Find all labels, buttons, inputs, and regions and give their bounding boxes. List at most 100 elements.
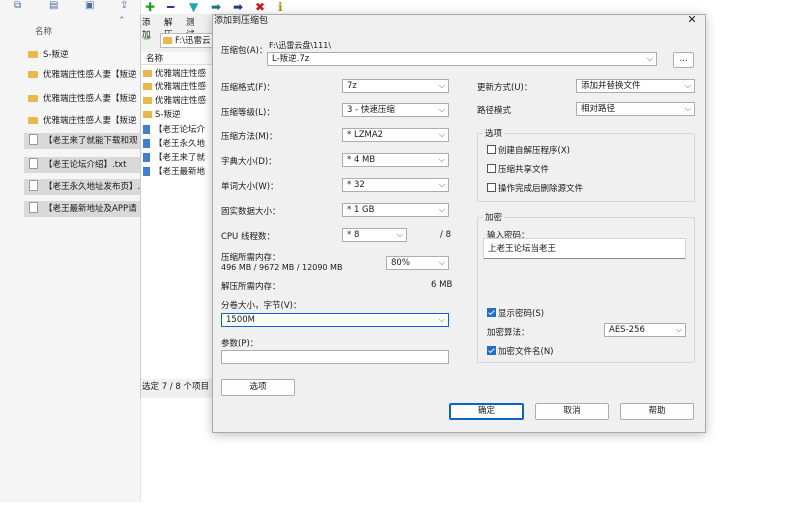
dict-combo[interactable]: * 4 MB ⌵ (342, 153, 449, 167)
explorer-item-label: S-叛逆 (43, 50, 69, 60)
chevron-down-icon: ⌵ (438, 315, 445, 324)
file-icon (143, 167, 150, 176)
show-password-checkbox[interactable] (487, 308, 496, 317)
split-combo[interactable]: 1500M ⌵ (221, 313, 449, 327)
enc-method-label: 加密算法： (487, 328, 530, 338)
table-row-label: 【老王最新地 (154, 167, 206, 177)
table-row[interactable]: 【老王论坛介 (143, 124, 213, 136)
word-label: 单词大小(W)： (221, 182, 279, 192)
explorer-list-item[interactable]: 【老王来了就能下载和观 (24, 133, 140, 149)
copy-icon[interactable]: ⧉ (14, 0, 21, 11)
archive-label: 压缩包(A)： (221, 46, 268, 56)
enc-method-combo[interactable]: AES-256 ⌵ (604, 323, 686, 337)
chevron-down-icon: ⌵ (438, 258, 445, 267)
encrypt-group-title: 加密 (483, 211, 505, 223)
sort-up-icon[interactable]: ⌃ (118, 16, 126, 26)
table-row[interactable]: 优雅端庄性感 (143, 81, 213, 93)
folder-icon (143, 97, 152, 104)
add-icon[interactable]: ✚ (145, 0, 155, 14)
chevron-down-icon: ⌵ (396, 230, 403, 239)
table-row[interactable]: S-叛逆 (143, 109, 213, 121)
explorer-item-label: 【老王来了就能下载和观 (44, 136, 138, 146)
file-list-header[interactable]: 名称 (141, 52, 213, 65)
delete-after-checkbox[interactable] (487, 183, 496, 192)
shared-checkbox[interactable] (487, 164, 496, 173)
solid-combo[interactable]: * 1 GB ⌵ (342, 203, 449, 217)
solid-label: 固实数据大小： (221, 207, 281, 217)
explorer-item-label: 【老王论坛介绍】.txt (44, 160, 127, 170)
copy-arrow-icon[interactable]: ➡ (211, 0, 221, 14)
mem-percent-combo[interactable]: 80% ⌵ (386, 256, 449, 270)
explorer-list-item[interactable]: 【老王最新地址及APP请 (24, 201, 140, 217)
folder-up-icon[interactable]: ⬏ (143, 34, 151, 45)
test-icon[interactable]: ▼ (189, 0, 198, 14)
update-combo[interactable]: 添加并替换文件 ⌵ (576, 79, 695, 93)
explorer-list-item[interactable]: 【老王永久地址发布页】. (24, 179, 140, 195)
format-label: 压缩格式(F)： (221, 83, 276, 93)
table-row-label: 【老王来了就 (154, 153, 206, 163)
extract-icon[interactable]: ━ (167, 0, 174, 14)
table-row-label: 优雅端庄性感 (155, 96, 207, 106)
address-bar[interactable]: F:\迅雷云 (160, 33, 214, 48)
delete-icon[interactable]: ✖ (255, 0, 265, 14)
pathmode-combo[interactable]: 相对路径 ⌵ (576, 102, 695, 116)
word-combo[interactable]: * 32 ⌵ (342, 178, 449, 192)
table-row-label: S-叛逆 (155, 110, 181, 120)
close-icon[interactable]: ✕ (685, 13, 699, 27)
explorer-list-item[interactable]: S-叛逆 (24, 47, 140, 63)
table-row-label: 优雅端庄性感 (155, 82, 207, 92)
rename-icon[interactable]: ▣ (85, 0, 94, 11)
share-icon[interactable]: ⇪ (120, 0, 128, 11)
update-label: 更新方式(U)： (477, 83, 533, 93)
explorer-column-name[interactable]: 名称 (35, 25, 52, 37)
delete-after-label[interactable]: 操作完成后删除源文件 (498, 182, 583, 194)
method-combo[interactable]: * LZMA2 ⌵ (342, 128, 449, 142)
options-button[interactable]: 选项 (221, 379, 295, 396)
table-row[interactable]: 【老王来了就 (143, 152, 213, 164)
password-input[interactable]: 上老王论坛当老王 (483, 238, 686, 259)
encrypt-names-checkbox[interactable] (487, 346, 496, 355)
explorer-list-item[interactable]: 优雅端庄性感人妻【叛逆 (24, 67, 140, 83)
table-row[interactable]: 优雅端庄性感 (143, 95, 213, 107)
format-combo[interactable]: 7z ⌵ (342, 79, 449, 93)
pathmode-label: 路径模式 (477, 106, 512, 116)
file-icon (143, 153, 150, 162)
show-password-label[interactable]: 显示密码(S) (498, 307, 544, 319)
table-row[interactable]: 【老王最新地 (143, 166, 213, 178)
level-label: 压缩等级(L)： (221, 108, 275, 118)
explorer-list-item[interactable]: 【老王论坛介绍】.txt (24, 157, 140, 173)
threads-total: / 8 (440, 230, 451, 240)
text-file-icon (29, 180, 38, 191)
table-row[interactable]: 优雅端庄性感 (143, 68, 213, 80)
explorer-list-item[interactable]: 优雅端庄性感人妻【叛逆 (24, 113, 140, 129)
archive-name-combo[interactable]: L-叛逆.7z ⌵ (267, 52, 657, 66)
encrypt-names-label[interactable]: 加密文件名(N) (498, 345, 554, 357)
explorer-item-label: 优雅端庄性感人妻【叛逆 (43, 116, 137, 126)
folder-icon (28, 95, 38, 102)
chevron-down-icon: ⌵ (438, 130, 445, 139)
sfx-label[interactable]: 创建自解压程序(X) (498, 144, 570, 156)
paste-icon[interactable]: ▤ (49, 0, 58, 11)
chevron-down-icon: ⌵ (684, 104, 691, 113)
level-combo[interactable]: 3 - 快速压缩 ⌵ (342, 103, 449, 117)
chevron-down-icon: ⌵ (438, 155, 445, 164)
shared-label[interactable]: 压缩共享文件 (498, 163, 549, 175)
table-row[interactable]: 【老王永久地 (143, 138, 213, 150)
explorer-list-item[interactable]: 优雅端庄性感人妻【叛逆 (24, 91, 140, 107)
threads-combo[interactable]: * 8 ⌵ (342, 228, 407, 242)
cancel-button[interactable]: 取消 (535, 403, 609, 420)
params-input[interactable] (221, 350, 449, 364)
info-icon[interactable]: ℹ (278, 0, 283, 14)
dict-label: 字典大小(D)： (221, 157, 277, 167)
text-file-icon (29, 134, 38, 145)
help-button[interactable]: 帮助 (620, 403, 694, 420)
browse-button[interactable]: ... (673, 52, 694, 68)
ok-button[interactable]: 确定 (449, 403, 524, 420)
folder-icon (143, 83, 152, 90)
sfx-checkbox[interactable] (487, 145, 496, 154)
folder-icon (143, 111, 152, 118)
move-arrow-icon[interactable]: ➡ (233, 0, 243, 14)
explorer-item-label: 优雅端庄性感人妻【叛逆 (43, 70, 137, 80)
folder-icon (28, 51, 38, 58)
status-bar: 选定 7 / 8 个项目 (142, 382, 209, 392)
